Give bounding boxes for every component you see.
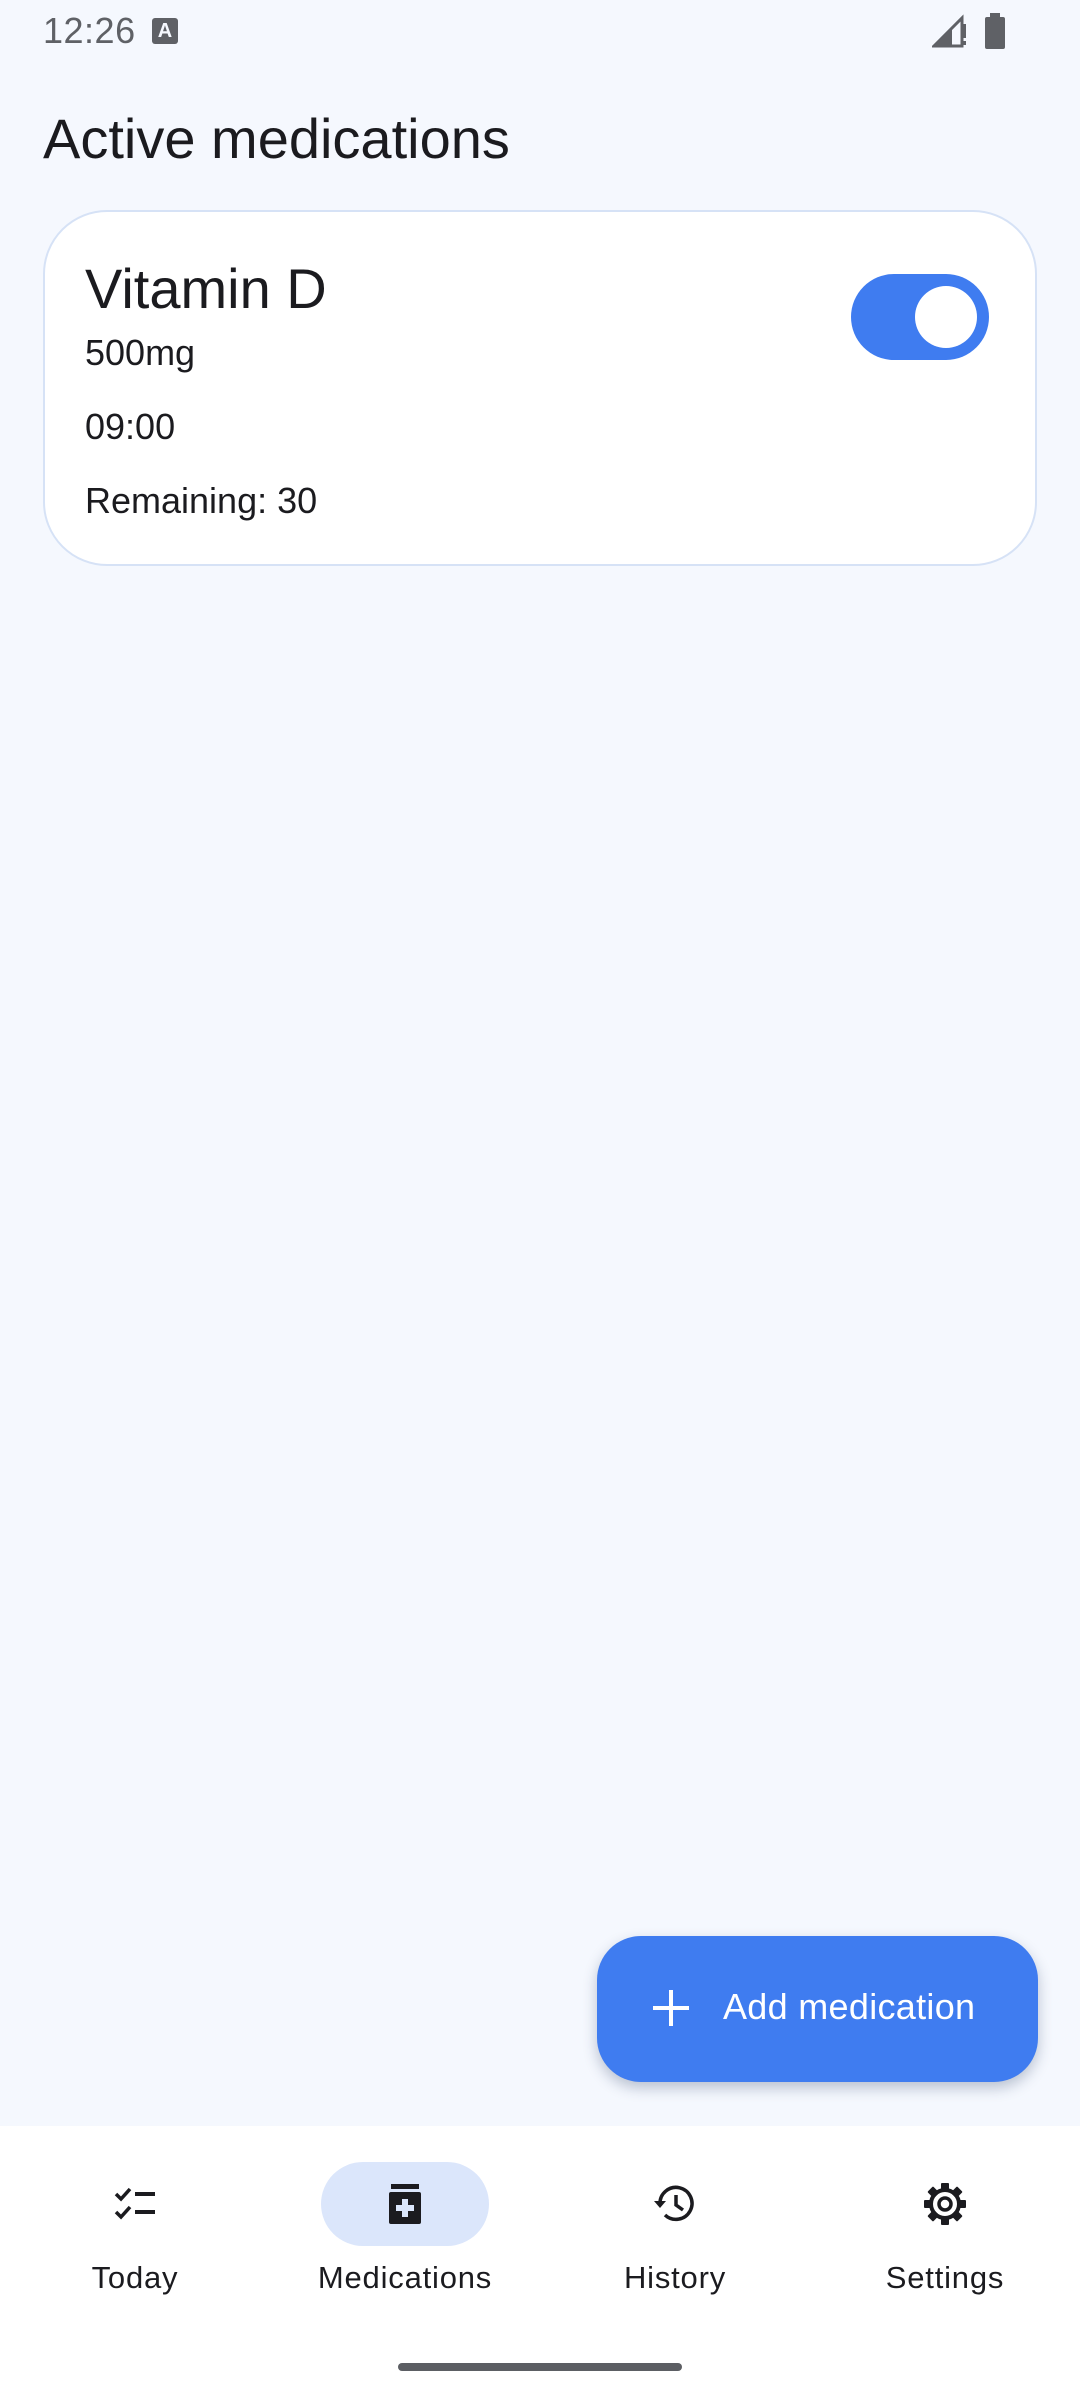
nav-label-today: Today: [91, 2260, 179, 2295]
nav-icon-container: [591, 2162, 759, 2246]
history-icon: [654, 2185, 694, 2222]
signal-icon: [932, 14, 966, 48]
medication-remaining: Remaining: 30: [85, 480, 318, 521]
nav-icon-container: [861, 2162, 1029, 2246]
gear-icon: [924, 2183, 966, 2225]
nav-item-today[interactable]: Today: [0, 2126, 270, 2326]
medication-name: Vitamin D: [85, 257, 327, 320]
nav-label-settings: Settings: [885, 2260, 1005, 2295]
medication-card[interactable]: Vitamin D 500mg 09:00 Remaining: 30: [43, 210, 1037, 566]
nav-label-history: History: [623, 2260, 727, 2295]
page-title: Active medications: [43, 107, 510, 170]
bottom-navigation: Today Medications History Settings: [0, 2126, 1080, 2400]
medication-icon: [389, 2184, 421, 2224]
nav-item-settings[interactable]: Settings: [810, 2126, 1080, 2326]
a-icon: A: [152, 18, 178, 44]
status-bar: 12:26 A: [0, 0, 1080, 62]
status-time: 12:26: [43, 10, 136, 51]
nav-item-medications[interactable]: Medications: [270, 2126, 540, 2326]
toggle-thumb: [915, 286, 977, 348]
nav-label-medications: Medications: [317, 2260, 493, 2295]
medication-dose: 500mg: [85, 332, 196, 373]
medication-time: 09:00: [85, 406, 176, 447]
add-medication-label: Add medication: [723, 1986, 976, 2027]
battery-icon: [985, 13, 1005, 49]
screen: 12:26 A Active medications Vitamin D 500…: [0, 0, 1080, 2400]
home-indicator[interactable]: [398, 2363, 682, 2371]
nav-icon-container: [51, 2162, 219, 2246]
nav-item-history[interactable]: History: [540, 2126, 810, 2326]
medication-active-toggle[interactable]: [851, 274, 989, 360]
plus-icon: [653, 1990, 689, 2026]
checklist-icon: [114, 2187, 155, 2220]
nav-active-indicator: [321, 2162, 489, 2246]
add-medication-button[interactable]: Add medication: [597, 1936, 1038, 2082]
